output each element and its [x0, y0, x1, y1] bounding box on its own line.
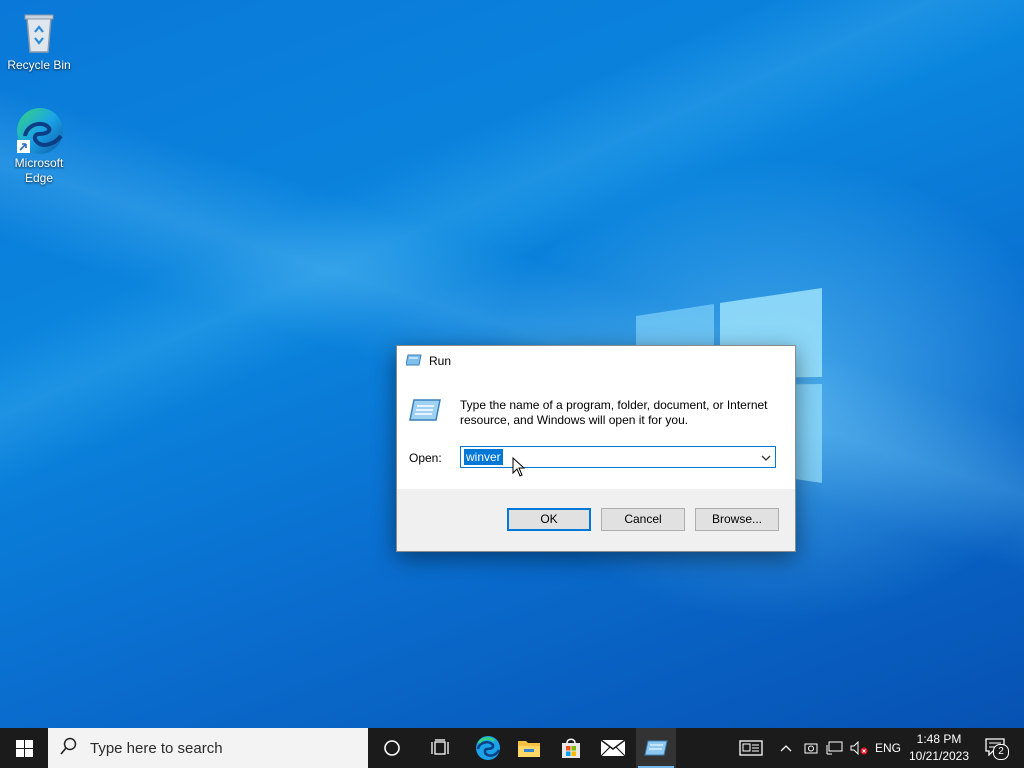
edge-icon: [15, 106, 63, 154]
recycle-bin-icon: [15, 8, 63, 56]
network-button[interactable]: [824, 728, 846, 768]
cancel-button[interactable]: Cancel: [601, 508, 685, 531]
volume-muted-icon: [850, 741, 868, 755]
edge-icon: [476, 736, 501, 760]
taskbar: Type here to search ENG 1:48 PM 10/21/20…: [0, 728, 1024, 768]
start-icon: [15, 739, 33, 757]
network-icon: [826, 741, 843, 755]
mouse-cursor-icon: [512, 457, 526, 477]
cortana-button[interactable]: [370, 728, 414, 768]
run-dialog: Run Type the name of a program, folder, …: [396, 345, 796, 552]
mail-icon: [600, 739, 626, 757]
run-dialog-titlebar[interactable]: Run: [397, 346, 795, 376]
run-dialog-footer: OK Cancel Browse...: [397, 489, 795, 551]
ok-button[interactable]: OK: [507, 508, 591, 531]
camera-icon: [804, 743, 818, 754]
open-label: Open:: [409, 451, 442, 465]
file-explorer-icon: [518, 741, 540, 757]
search-icon: [60, 737, 78, 760]
desktop-icon-recycle-bin[interactable]: Recycle Bin: [1, 8, 77, 73]
clock-date: 10/21/2023: [908, 749, 970, 763]
run-program-icon: [409, 398, 441, 425]
cortana-icon: [384, 740, 400, 756]
browse-button[interactable]: Browse...: [695, 508, 779, 531]
open-combobox[interactable]: winver: [460, 446, 776, 468]
run-app-icon: [644, 740, 668, 756]
notification-count-badge: 2: [993, 744, 1009, 760]
search-placeholder: Type here to search: [90, 739, 223, 757]
news-icon: [739, 740, 763, 756]
open-input-value[interactable]: winver: [464, 449, 503, 465]
tray-camera-button[interactable]: [800, 728, 822, 768]
run-dialog-body: Type the name of a program, folder, docu…: [397, 376, 795, 489]
show-hidden-icons-button[interactable]: [776, 728, 796, 768]
task-view-icon: [431, 739, 449, 755]
chevron-up-icon: [780, 745, 792, 752]
store-button[interactable]: [552, 728, 590, 768]
task-view-button[interactable]: [418, 728, 462, 768]
clock-time: 1:48 PM: [916, 732, 962, 746]
run-dialog-title: Run: [429, 354, 452, 368]
mail-button[interactable]: [594, 728, 632, 768]
taskbar-search-box[interactable]: Type here to search: [48, 728, 368, 768]
run-taskbar-button[interactable]: [636, 728, 676, 768]
run-dialog-description: Type the name of a program, folder, docu…: [460, 398, 768, 427]
start-button[interactable]: [0, 728, 48, 768]
language-indicator[interactable]: ENG: [872, 728, 904, 768]
clock[interactable]: 1:48 PM 10/21/2023: [906, 731, 972, 765]
desktop-icon-label: Microsoft Edge: [14, 156, 64, 185]
run-app-icon: [405, 354, 422, 369]
action-center-button[interactable]: 2: [978, 728, 1014, 768]
desktop-icon-edge[interactable]: Microsoft Edge: [1, 106, 77, 186]
news-widget-button[interactable]: [734, 728, 768, 768]
taskbar-edge-button[interactable]: [466, 728, 510, 768]
store-icon: [562, 738, 580, 758]
volume-button[interactable]: [848, 728, 870, 768]
file-explorer-button[interactable]: [510, 728, 548, 768]
desktop-icon-label: Recycle Bin: [7, 58, 71, 72]
chevron-down-icon[interactable]: [761, 452, 771, 466]
